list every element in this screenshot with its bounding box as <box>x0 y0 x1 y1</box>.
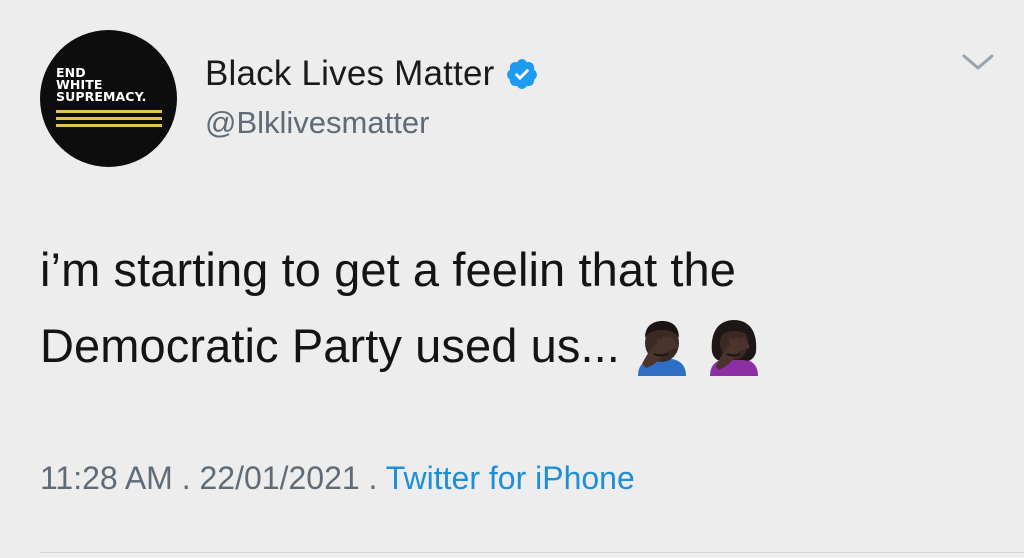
tweet-time[interactable]: 11:28 AM <box>40 460 173 496</box>
tweet-text-segment: Democratic Party used us... <box>40 319 620 372</box>
author-handle[interactable]: @Blklivesmatter <box>205 105 429 141</box>
avatar-stripes <box>56 110 162 131</box>
chevron-down-icon[interactable] <box>960 50 996 74</box>
avatar-logo-text: END WHITE SUPREMACY. <box>56 65 147 104</box>
tweet-card: END WHITE SUPREMACY. Black Lives Matter … <box>0 0 1024 558</box>
meta-separator: . <box>359 460 386 496</box>
man-facepalming-icon <box>637 321 686 376</box>
verified-badge-icon <box>506 59 537 89</box>
author-name-row[interactable]: Black Lives Matter <box>205 54 539 94</box>
tweet-text: i’m starting to get a feelin that the De… <box>40 232 1000 384</box>
divider <box>40 552 1024 553</box>
tweet-meta: 11:28 AM . 22/01/2021 . Twitter for iPho… <box>40 460 635 497</box>
meta-separator: . <box>172 460 200 496</box>
tweet-text-line: i’m starting to get a feelin that the <box>40 243 737 296</box>
tweet-source-link[interactable]: Twitter for iPhone <box>386 460 635 496</box>
avatar[interactable]: END WHITE SUPREMACY. <box>40 30 177 167</box>
tweet-date[interactable]: 22/01/2021 <box>200 460 360 496</box>
tweet-text-line: Democratic Party used us... <box>40 308 1000 384</box>
woman-facepalming-icon <box>709 320 758 376</box>
display-name[interactable]: Black Lives Matter <box>205 54 495 94</box>
